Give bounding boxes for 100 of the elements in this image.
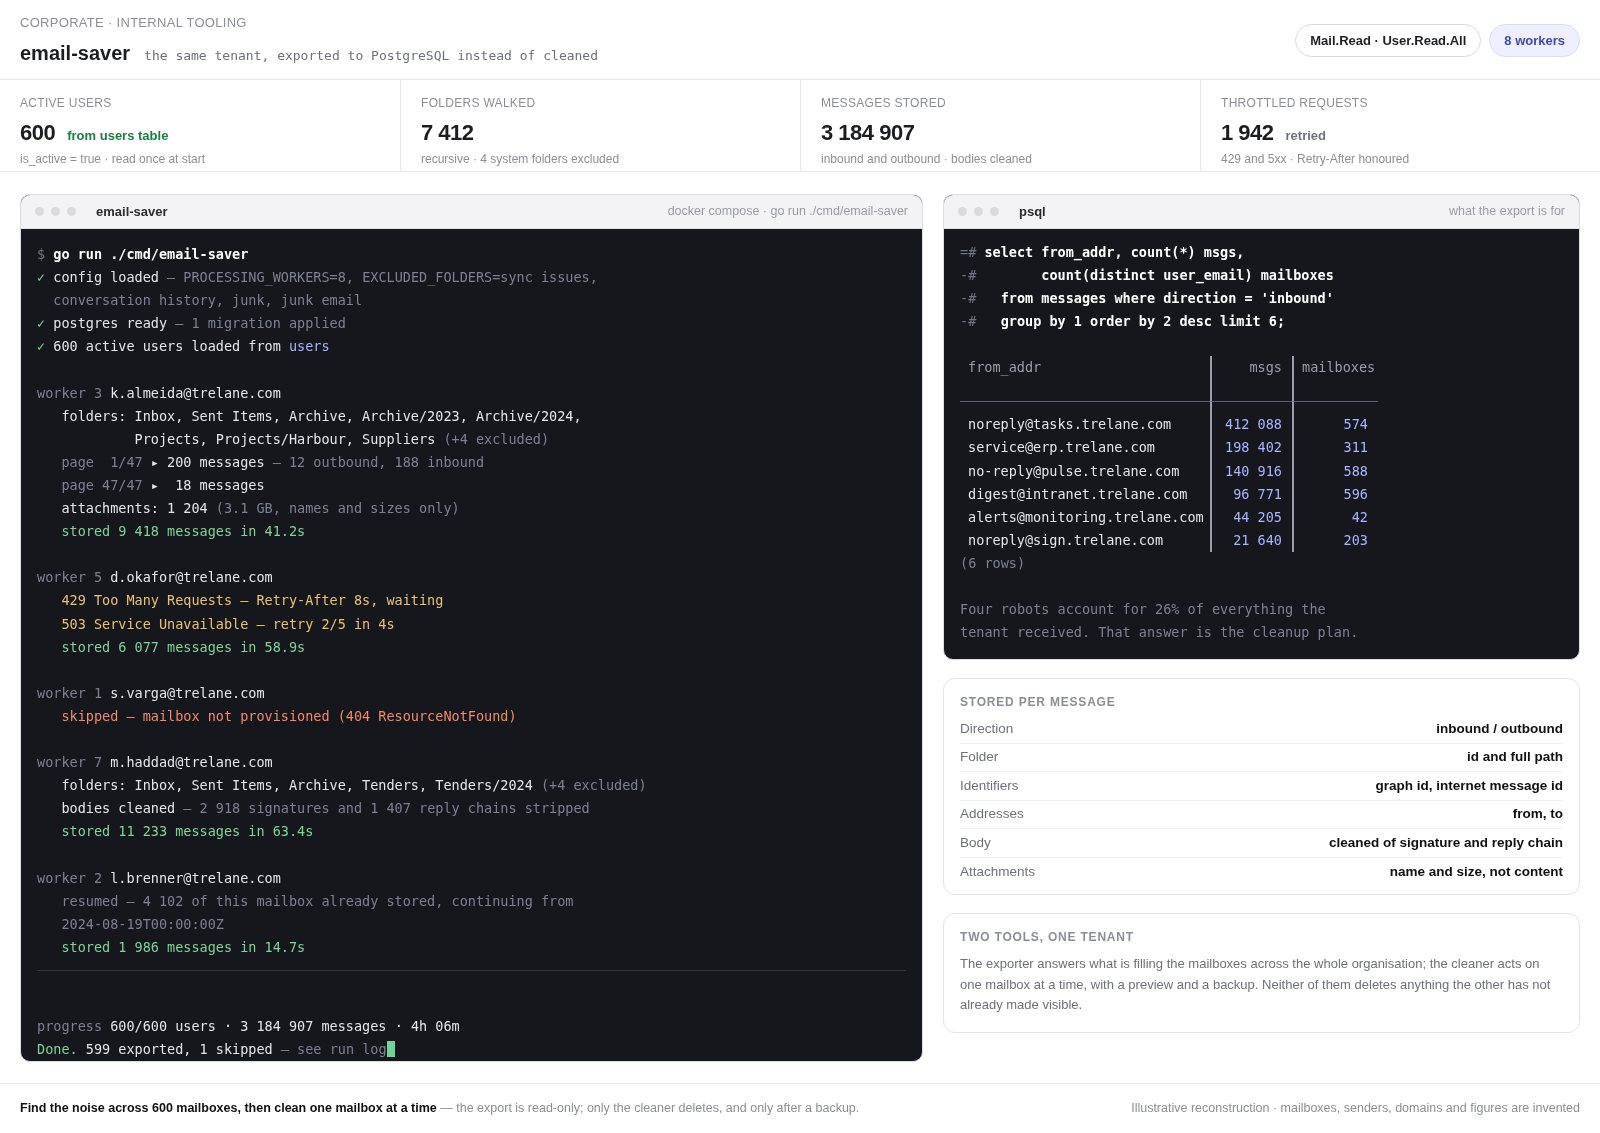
log-line: folders: Inbox, Sent Items, Archive, Tenders, Tenders/2024 (+4 excluded) [60, 776, 647, 796]
field-label: Folder [960, 748, 999, 767]
prompt-marker: =# [960, 243, 978, 262]
field-value: inbound / outbound [1436, 719, 1563, 738]
log-line: worker 1 s.varga@trelane.com [37, 683, 265, 703]
field-value: name and size, not content [1389, 862, 1563, 881]
log-line: ✓ 600 active users loaded from users [37, 337, 330, 357]
table-cell-text: 596 [1343, 484, 1368, 504]
log-line: 503 Service Unavailable — retry 2/5 in 4s [60, 614, 395, 634]
stat-label: FOLDERS WALKED [421, 95, 537, 112]
stat-tag: from users table [67, 126, 169, 146]
log-line: page 1/47 ▸ 200 messages — 12 outbound, 188 inbound [60, 452, 485, 472]
table-cell-text: 574 [1343, 415, 1368, 435]
log-line: attachments: 1 204 (3.1 GB, names and sizes only) [60, 499, 460, 519]
field-value: graph id, internet message id [1375, 776, 1563, 795]
prompt-marker: -# [960, 312, 978, 332]
stat-tag: retried [1285, 126, 1327, 146]
table-cell-text: 412 088 [1225, 415, 1282, 435]
log-line: $ go run ./cmd/email-saver [37, 245, 249, 264]
field-label: Body [960, 833, 991, 852]
table-cell-text: service@erp.trelane.com [968, 438, 1155, 458]
row-count: (6 rows) [960, 553, 1026, 573]
log-line: Done. 599 exported, 1 skipped — see run log [37, 1038, 395, 1061]
stat-value: 1 942 [1221, 119, 1274, 147]
window-controls-icon [35, 207, 76, 216]
field-value: cleaned of signature and reply chain [1328, 833, 1563, 852]
card-title: TWO TOOLS, ONE TENANT [960, 929, 1135, 946]
stat-note: inbound and outbound · bodies cleaned [821, 151, 1033, 168]
stat-label: MESSAGES STORED [821, 95, 947, 112]
log-line: stored 11 233 messages in 63.4s [60, 822, 314, 842]
log-line: conversation history, junk, junk email [52, 291, 363, 311]
log-line: resumed — 4 102 of this mailbox already stored, continuing from [60, 891, 574, 911]
table-cell-text: noreply@sign.trelane.com [968, 530, 1164, 550]
card-title: STORED PER MESSAGE [960, 694, 1117, 711]
table-cell-text: 42 [1351, 507, 1368, 527]
window-caption: what the export is for [1448, 203, 1565, 221]
query-line: count(distinct user_email) mailboxes [1040, 266, 1334, 286]
stat-label: ACTIVE USERS [20, 95, 113, 112]
field-label: Addresses [960, 805, 1024, 824]
log-line: ✓ postgres ready — 1 migration applied [37, 314, 346, 334]
table-cell-text: 588 [1343, 461, 1368, 481]
log-line: progress 600/600 users · 3 184 907 messages · 4h 06m [37, 1017, 460, 1036]
stat-value: 7 412 [421, 119, 474, 147]
stat-note: is_active = true · read once at start [20, 151, 207, 168]
field-label: Identifiers [960, 776, 1019, 795]
table-cell-text: digest@intranet.trelane.com [968, 484, 1188, 504]
table-cell-text: alerts@monitoring.trelane.com [968, 507, 1204, 527]
table-cell-text: 198 402 [1225, 438, 1282, 458]
log-line: worker 3 k.almeida@trelane.com [37, 383, 281, 403]
table-cell-text: 140 916 [1225, 461, 1282, 481]
log-line: worker 5 d.okafor@trelane.com [37, 568, 273, 588]
scope-badge: 8 workers [1489, 23, 1580, 58]
footer-message: Find the noise across 600 mailboxes, then clean one mailbox at a time — the export is read-only; only the cleaner deletes, and only after a backup. [20, 1100, 860, 1118]
table-cell-text: 203 [1343, 530, 1368, 550]
app-title: email-saver [20, 41, 131, 67]
log-line: stored 1 986 messages in 14.7s [60, 937, 306, 957]
stat-note: 429 and 5xx · Retry-After honoured [1221, 151, 1411, 168]
table-cell-text: 21 640 [1233, 530, 1282, 550]
stat-value: 3 184 907 [821, 119, 915, 147]
window-caption: docker compose · go run ./cmd/email-saver [667, 203, 908, 221]
query-line: select from_addr, count(*) msgs, [984, 243, 1245, 263]
log-line: 2024-08-19T00:00:00Z [60, 914, 224, 934]
window-title: psql [1019, 202, 1046, 221]
eyebrow-label: CORPORATE · INTERNAL TOOLING [20, 13, 248, 32]
log-line: stored 6 077 messages in 58.9s [60, 637, 306, 657]
stat-note: recursive · 4 system folders excluded [421, 151, 621, 168]
window-controls-icon [958, 207, 999, 216]
column-header: mailboxes [1302, 358, 1376, 378]
field-label: Attachments [960, 862, 1036, 881]
table-cell-text: 311 [1343, 438, 1368, 458]
query-note: Four robots account for 26% of everything the tenant received. That answer is the cleanup plan. [960, 600, 1360, 643]
log-line: page 47/47 ▸ 18 messages [60, 475, 265, 495]
window-title: email-saver [96, 202, 168, 221]
field-value: id and full path [1467, 748, 1563, 767]
log-line: 429 Too Many Requests — Retry-After 8s, waiting [60, 591, 444, 611]
query-line: group by 1 order by 2 desc limit 6; [999, 312, 1286, 332]
log-line: Projects, Projects/Harbour, Suppliers (+4 excluded) [133, 429, 550, 449]
column-header: msgs [1249, 358, 1282, 378]
log-line: ✓ config loaded — PROCESSING_WORKERS=8, EXCLUDED_FOLDERS=sync issues, [37, 268, 598, 288]
query-line: from messages where direction = 'inbound' [999, 289, 1334, 309]
card-text: The exporter answers what is filling the mailboxes across the whole organisation; the cleaner acts on one mailbox at a time, with a preview and a backup. Neither of them deletes anything the other has not already made visible. [960, 955, 1552, 1014]
field-value: from, to [1512, 805, 1563, 824]
prompt-marker: -# [960, 289, 978, 309]
stat-label: THROTTLED REQUESTS [1221, 95, 1369, 112]
column-header: from_addr [968, 358, 1042, 378]
stat-value: 600 [20, 119, 56, 147]
footer-note: Illustrative reconstruction · mailboxes, senders, domains and figures are invented [1131, 1100, 1580, 1118]
table-cell-text: 96 771 [1233, 484, 1282, 504]
prompt-marker: -# [960, 266, 978, 286]
log-line: worker 2 l.brenner@trelane.com [37, 868, 281, 888]
table-cell-text: noreply@tasks.trelane.com [968, 415, 1172, 435]
table-cell-text: 44 205 [1233, 507, 1282, 527]
log-line: folders: Inbox, Sent Items, Archive, Archive/2023, Archive/2024, [60, 406, 582, 426]
field-label: Direction [960, 719, 1014, 738]
log-line: skipped — mailbox not provisioned (404 ResourceNotFound) [60, 706, 517, 726]
log-line: stored 9 418 messages in 41.2s [60, 522, 306, 542]
app-subtitle: the same tenant, exported to PostgreSQL instead of cleaned [144, 47, 599, 66]
log-line: bodies cleaned — 2 918 signatures and 1 407 reply chains stripped [60, 799, 590, 819]
table-cell-text: no-reply@pulse.trelane.com [968, 461, 1180, 481]
scope-badge: Mail.Read · User.Read.All [1295, 23, 1482, 58]
